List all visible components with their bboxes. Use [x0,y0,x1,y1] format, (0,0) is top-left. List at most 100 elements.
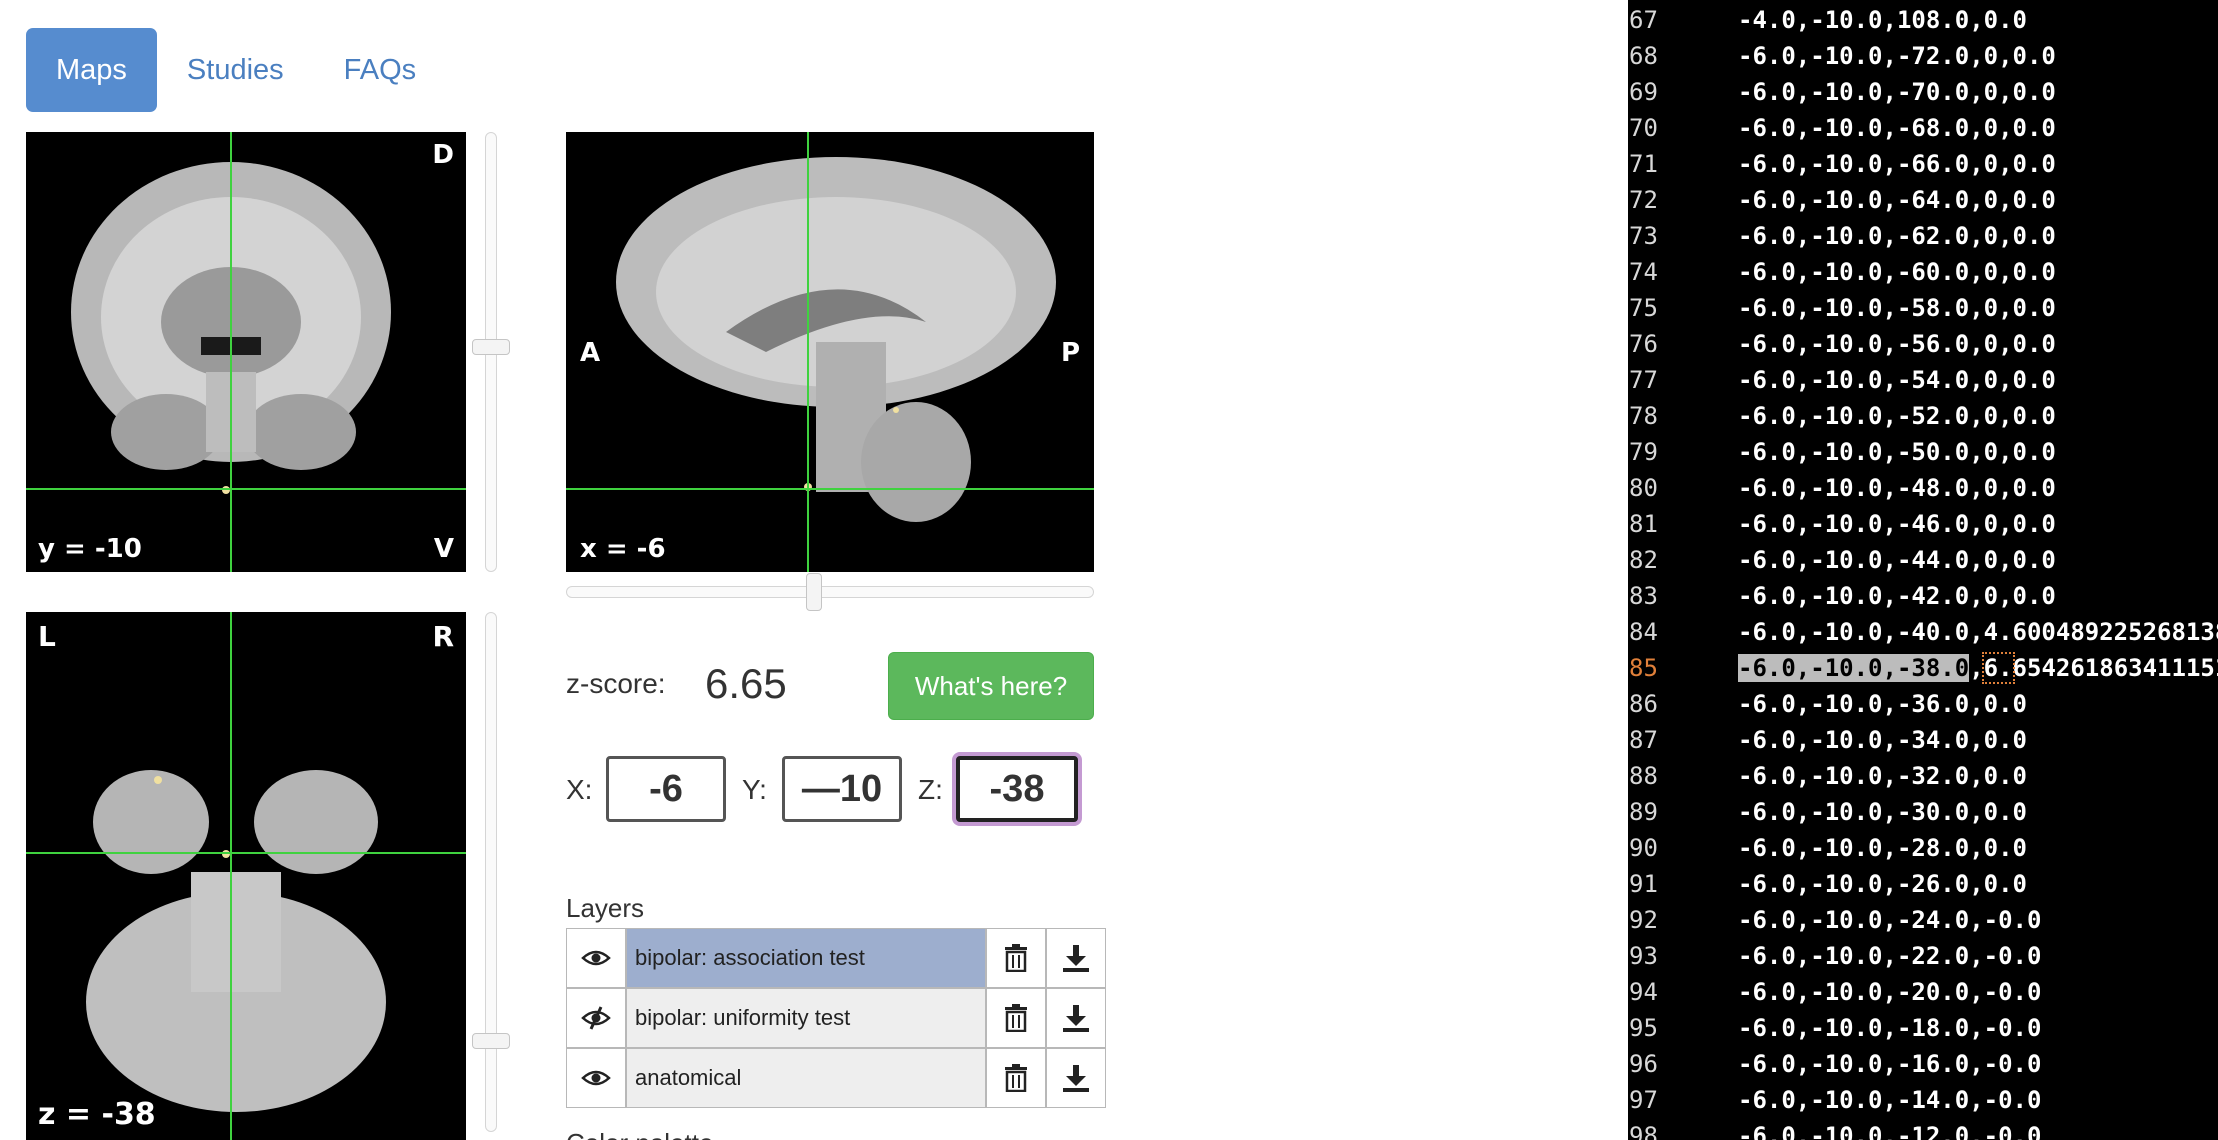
line-text: -6.0,-10.0,-44.0,0,0.0 [1738,546,2056,574]
line-text: -6.0,-10.0,-64.0,0,0.0 [1738,186,2056,214]
line-text: -6.0,-10.0,-24.0,-0.0 [1738,906,2042,934]
line-text: -6.0,-10.0,-40.0,4.600489225268138 [1738,618,2218,646]
axial-view[interactable]: L R z = -38 [26,612,466,1140]
line-number: 97 [1629,1086,1658,1114]
line-text: -6.0,-10.0,-58.0,0,0.0 [1738,294,2056,322]
crosshair-horizontal [566,488,1094,490]
delete-layer-button[interactable] [986,928,1046,988]
zscore-label: z-score: [566,668,666,699]
delete-layer-button[interactable] [986,988,1046,1048]
crosshair-horizontal [26,852,466,854]
orientation-label-right: R [432,620,454,653]
crosshair-vertical [230,612,232,1140]
line-text: -6.0,-10.0,-52.0,0,0.0 [1738,402,2056,430]
line-text: -6.0,-10.0,-46.0,0,0.0 [1738,510,2056,538]
z-coordinate-input[interactable]: -38 [956,756,1078,822]
terminal-line: 93 -6.0,-10.0,-22.0,-0.0 [1628,938,2041,974]
download-layer-button[interactable] [1046,928,1106,988]
terminal-line: 91 -6.0,-10.0,-26.0,0.0 [1628,866,2027,902]
crosshair-vertical [230,132,232,572]
terminal-line: 87 -6.0,-10.0,-34.0,0.0 [1628,722,2027,758]
line-text: -6.0,-10.0,-70.0,0,0.0 [1738,78,2056,106]
line-text: -6.0,-10.0,-20.0,-0.0 [1738,978,2042,1006]
download-layer-button[interactable] [1046,1048,1106,1108]
line-number: 85 [1629,654,1658,682]
terminal-line: 88 -6.0,-10.0,-32.0,0.0 [1628,758,2027,794]
crosshair-vertical [807,132,809,572]
line-text: -6.0,-10.0,-56.0,0,0.0 [1738,330,2056,358]
orientation-label-top: D [432,140,454,170]
line-number: 79 [1629,438,1658,466]
line-text: -6.0,-10.0,-72.0,0,0.0 [1738,42,2056,70]
line-number: 69 [1629,78,1658,106]
line-text: -6.0,-10.0,-34.0,0.0 [1738,726,2027,754]
x-coordinate-input[interactable]: -6 [606,756,726,822]
sagittal-view[interactable]: A P x = -6 [566,132,1094,572]
coronal-slice-slider[interactable] [472,132,510,572]
line-text: -6.0,-10.0,-68.0,0,0.0 [1738,114,2056,142]
terminal-line: 69 -6.0,-10.0,-70.0,0,0.0 [1628,74,2056,110]
line-text: -4.0,-10.0,108.0,0.0 [1738,6,2027,34]
terminal-line: 98 -6.0,-10.0,-12.0,-0.0 [1628,1118,2041,1140]
terminal-line: 85 -6.0,-10.0,-38.0,6.654261863411151 [1628,650,2218,686]
orientation-label-bottom: V [433,534,454,564]
app-window: Maps Studies FAQs D V y = -10 A P x = -6… [0,0,2218,1140]
layer-name[interactable]: bipolar: uniformity test [626,988,986,1048]
slider-thumb[interactable] [472,339,510,355]
axial-brain-image [86,770,386,1112]
tab-maps[interactable]: Maps [26,28,157,112]
x-label: X: [566,774,593,805]
terminal-line: 78 -6.0,-10.0,-52.0,0,0.0 [1628,398,2056,434]
layer-row: bipolar: uniformity test [566,988,1106,1048]
line-number: 74 [1629,258,1658,286]
layer-row: anatomical [566,1048,1106,1108]
sagittal-slice-slider[interactable] [566,573,1094,611]
terminal-line: 75 -6.0,-10.0,-58.0,0,0.0 [1628,290,2056,326]
layer-name[interactable]: anatomical [626,1048,986,1108]
trash-icon [1005,1064,1027,1092]
line-text: -6.0,-10.0,-54.0,0,0.0 [1738,366,2056,394]
slider-thumb[interactable] [806,573,822,611]
line-text: -6.0,-10.0,-36.0,0.0 [1738,690,2027,718]
terminal-panel[interactable]: 67 -4.0,-10.0,108.0,0.0 68 -6.0,-10.0,-72.0… [1628,0,2218,1140]
line-text: -6.0,-10.0,-26.0,0.0 [1738,870,2027,898]
line-number: 89 [1629,798,1658,826]
coronal-view[interactable]: D V y = -10 [26,132,466,572]
delete-layer-button[interactable] [986,1048,1046,1108]
y-label: Y: [742,774,767,805]
layer-name[interactable]: bipolar: association test [626,928,986,988]
line-text: -6.0,-10.0,-66.0,0,0.0 [1738,150,2056,178]
line-number: 94 [1629,978,1658,1006]
line-number: 70 [1629,114,1658,142]
line-number: 93 [1629,942,1658,970]
terminal-line: 72 -6.0,-10.0,-64.0,0,0.0 [1628,182,2056,218]
line-text: -6.0,-10.0,-42.0,0,0.0 [1738,582,2056,610]
line-number: 78 [1629,402,1658,430]
slider-thumb[interactable] [472,1033,510,1049]
download-layer-button[interactable] [1046,988,1106,1048]
line-number: 72 [1629,186,1658,214]
line-text: -6.0,-10.0,-48.0,0,0.0 [1738,474,2056,502]
line-number: 95 [1629,1014,1658,1042]
terminal-line: 71 -6.0,-10.0,-66.0,0,0.0 [1628,146,2056,182]
zscore-value: 6.65 [705,660,787,707]
download-icon [1063,945,1089,972]
download-icon [1063,1005,1089,1032]
layers-heading: Layers [566,893,645,923]
terminal-line: 70 -6.0,-10.0,-68.0,0,0.0 [1628,110,2056,146]
whats-here-button[interactable]: What's here? [888,652,1094,720]
line-number: 98 [1629,1122,1658,1140]
visibility-toggle[interactable] [566,1048,626,1108]
terminal-line: 68 -6.0,-10.0,-72.0,0,0.0 [1628,38,2056,74]
y-coordinate-input[interactable]: —10 [782,756,902,822]
tab-faqs[interactable]: FAQs [314,28,447,112]
axial-slice-slider[interactable] [472,612,510,1132]
nav-tabs: Maps Studies FAQs [26,28,446,112]
tab-studies[interactable]: Studies [157,28,314,112]
orientation-label-left: L [38,620,56,653]
trash-icon [1005,1004,1027,1032]
line-number: 82 [1629,546,1658,574]
crosshair-horizontal [26,488,466,490]
visibility-toggle[interactable] [566,988,626,1048]
visibility-toggle[interactable] [566,928,626,988]
